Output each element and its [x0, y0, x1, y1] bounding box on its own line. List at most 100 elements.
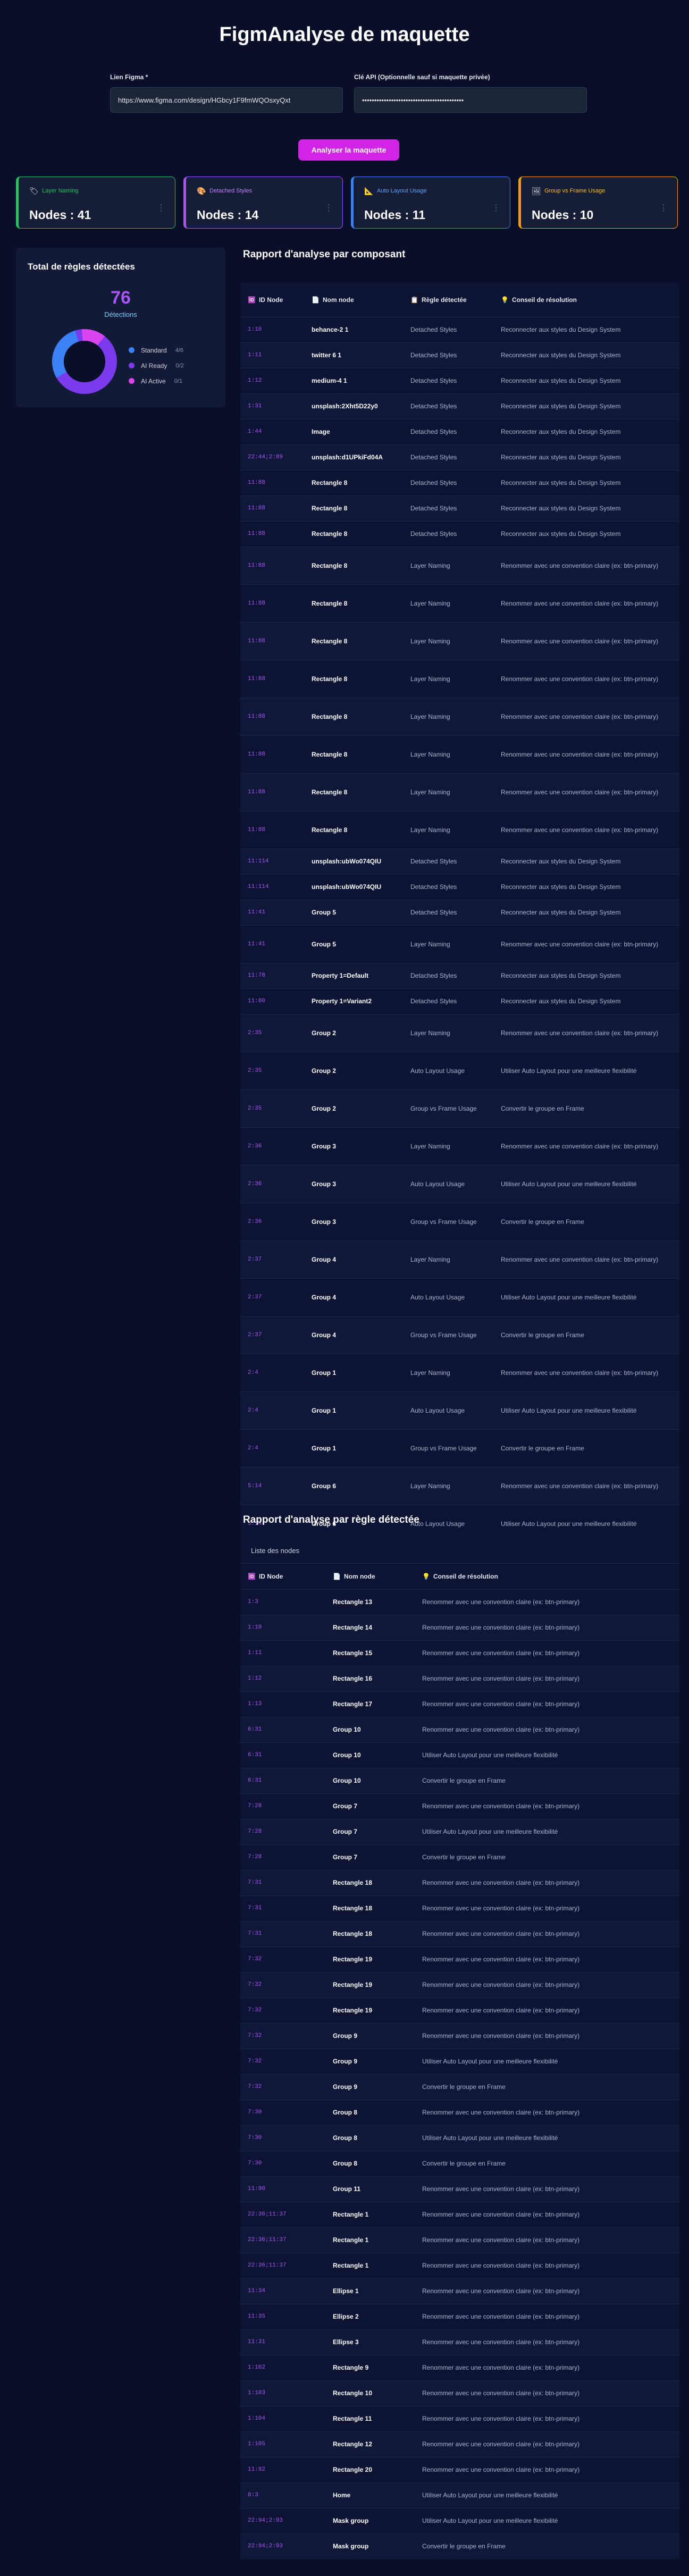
cell-name: Group 4: [304, 1278, 403, 1316]
cell-name: Rectangle 12: [325, 2431, 415, 2457]
cell-name: Group 5: [304, 925, 403, 963]
donut-hole: [64, 341, 105, 382]
cell-advice: Reconnecter aux styles du Design System: [493, 848, 679, 874]
table-row: 1:11 twitter 6 1 Detached Styles Reconnecte…: [240, 342, 679, 368]
cell-id: 2:4: [240, 1391, 304, 1429]
cell-advice: Renommer avec une convention claire (ex:…: [415, 1895, 679, 1921]
cell-advice: Reconnecter aux styles du Design System: [493, 988, 679, 1014]
palette-icon: 🎨: [197, 187, 206, 195]
cell-name: Rectangle 8: [304, 469, 403, 496]
cell-advice: Convertir le groupe en Frame: [493, 1202, 679, 1240]
table-row: 11:88 Rectangle 8 Layer Naming Renommer ave…: [240, 735, 679, 773]
analyze-button[interactable]: Analyser la maquette: [298, 139, 399, 161]
cell-id: 11:88: [240, 469, 304, 496]
more-icon[interactable]: ⋮: [324, 203, 333, 213]
legend-label: AI Ready: [141, 362, 167, 370]
cell-advice: Reconnecter aux styles du Design System: [493, 367, 679, 393]
cell-rule: Auto Layout Usage: [403, 1051, 493, 1089]
api-key-input[interactable]: [354, 87, 587, 113]
more-icon[interactable]: ⋮: [157, 203, 165, 213]
column-header-rule: 📋 Règle détectée: [403, 283, 493, 317]
cell-id: 7:30: [240, 2099, 325, 2125]
cell-id: 1:11: [240, 1640, 325, 1666]
cell-id: 7:28: [240, 1844, 325, 1870]
cell-name: Rectangle 14: [325, 1614, 415, 1640]
table-row: 22:36;11:37 Rectangle 1 Renommer avec une …: [240, 2252, 679, 2278]
cell-rule: Layer Naming: [403, 773, 493, 811]
cell-rule: Layer Naming: [403, 659, 493, 698]
cell-name: Group 2: [304, 1013, 403, 1052]
cell-name: unsplash:2Xht5D22y0: [304, 393, 403, 419]
cell-id: 1:12: [240, 367, 304, 393]
cell-id: 7:32: [240, 2074, 325, 2100]
document-icon: 📄: [333, 1572, 341, 1580]
table-row: 8:3 Home Utiliser Auto Layout pour une mei…: [240, 2482, 679, 2508]
cell-advice: Utiliser Auto Layout pour une meilleure …: [493, 1164, 679, 1203]
legend-value: 0/2: [175, 362, 184, 369]
more-icon[interactable]: ⋮: [659, 203, 668, 213]
cell-rule: Detached Styles: [403, 444, 493, 470]
card-group-vs-frame[interactable]: 🖼 Group vs Frame Usage Nodes : 10 ⋮: [518, 177, 678, 229]
cell-name: Rectangle 8: [304, 697, 403, 735]
column-header-id: 🆔 ID Node: [240, 283, 304, 317]
cell-advice: Convertir le groupe en Frame: [415, 2074, 679, 2100]
more-icon[interactable]: ⋮: [492, 203, 500, 213]
table-header-row: 🆔 ID Node 📄 Nom node 📋 Règle détectée 💡 Cons…: [240, 283, 679, 317]
cell-id: 22:94;2:93: [240, 2507, 325, 2533]
table-row: 22:36;11:37 Rectangle 1 Renommer avec une …: [240, 2227, 679, 2253]
table-row: 11:88 Rectangle 8 Layer Naming Renommer ave…: [240, 697, 679, 735]
cell-name: Group 8: [325, 2125, 415, 2151]
cell-id: 11:90: [240, 2176, 325, 2202]
table-row: 11:88 Rectangle 8 Detached Styles Reconnect…: [240, 521, 679, 547]
cell-name: Group 10: [325, 1716, 415, 1742]
cell-advice: Renommer avec une convention claire (ex:…: [415, 1691, 679, 1717]
frame-icon: 🖼: [532, 187, 541, 195]
cell-advice: Renommer avec une convention claire (ex:…: [493, 546, 679, 584]
summary-subtitle: Détections: [104, 311, 137, 318]
card-auto-layout[interactable]: 📐 Auto Layout Usage Nodes : 11 ⋮: [351, 177, 510, 229]
cell-id: 1:103: [240, 2380, 325, 2406]
header-label: Nom node: [343, 1572, 375, 1580]
cell-id: 7:31: [240, 1869, 325, 1895]
cell-id: 2:36: [240, 1202, 304, 1240]
cell-advice: Renommer avec une convention claire (ex:…: [415, 1920, 679, 1946]
cell-name: Rectangle 8: [304, 584, 403, 622]
table-row: 7:32 Rectangle 19 Renommer avec une conven…: [240, 1946, 679, 1972]
card-detached-styles[interactable]: 🎨 Detached Styles Nodes : 14 ⋮: [183, 177, 343, 229]
cell-name: Rectangle 15: [325, 1640, 415, 1666]
cell-advice: Renommer avec une convention claire (ex:…: [415, 2380, 679, 2406]
cell-rule: Layer Naming: [403, 546, 493, 584]
cell-name: Group 6: [304, 1466, 403, 1505]
cell-advice: Renommer avec une convention claire (ex:…: [493, 773, 679, 811]
column-header-name: 📄 Nom node: [325, 1564, 415, 1589]
card-layer-naming[interactable]: 🏷 Layer Naming Nodes : 41 ⋮: [16, 177, 175, 229]
cell-advice: Renommer avec une convention claire (ex:…: [493, 735, 679, 773]
cell-advice: Renommer avec une convention claire (ex:…: [415, 2227, 679, 2253]
cell-name: Rectangle 8: [304, 521, 403, 547]
table-row: 7:32 Group 9 Renommer avec une convention …: [240, 2023, 679, 2049]
cell-id: 7:32: [240, 2023, 325, 2049]
cell-name: medium-4 1: [304, 367, 403, 393]
legend-item-standard: Standard 4/6: [129, 342, 184, 358]
cell-name: Group 5: [304, 899, 403, 925]
figma-link-input[interactable]: [110, 87, 343, 113]
cell-advice: Renommer avec une convention claire (ex:…: [415, 2201, 679, 2227]
cell-advice: Renommer avec une convention claire (ex:…: [415, 1946, 679, 1972]
card-tag: Group vs Frame Usage: [544, 188, 606, 194]
cell-name: Rectangle 1: [325, 2252, 415, 2278]
cell-advice: Renommer avec une convention claire (ex:…: [415, 2278, 679, 2304]
rule-report-title: Rapport d'analyse par règle détectée: [243, 1514, 419, 1525]
cell-id: 22:36;11:37: [240, 2252, 325, 2278]
cell-name: Group 7: [325, 1844, 415, 1870]
cell-id: 2:37: [240, 1240, 304, 1278]
table-row: 11:114 unsplash:ubWo074QIU Detached Styles…: [240, 874, 679, 900]
header-label: Conseil de résolution: [511, 296, 577, 304]
cell-id: 7:28: [240, 1793, 325, 1819]
table-row: 2:37 Group 4 Layer Naming Renommer avec une…: [240, 1240, 679, 1278]
cell-name: Rectangle 13: [325, 1589, 415, 1615]
cell-advice: Utiliser Auto Layout pour une meilleure …: [415, 2507, 679, 2533]
cell-advice: Renommer avec une convention claire (ex:…: [415, 1614, 679, 1640]
cell-id: 7:31: [240, 1920, 325, 1946]
donut-chart: [52, 329, 117, 394]
column-header-name: 📄 Nom node: [304, 283, 403, 317]
